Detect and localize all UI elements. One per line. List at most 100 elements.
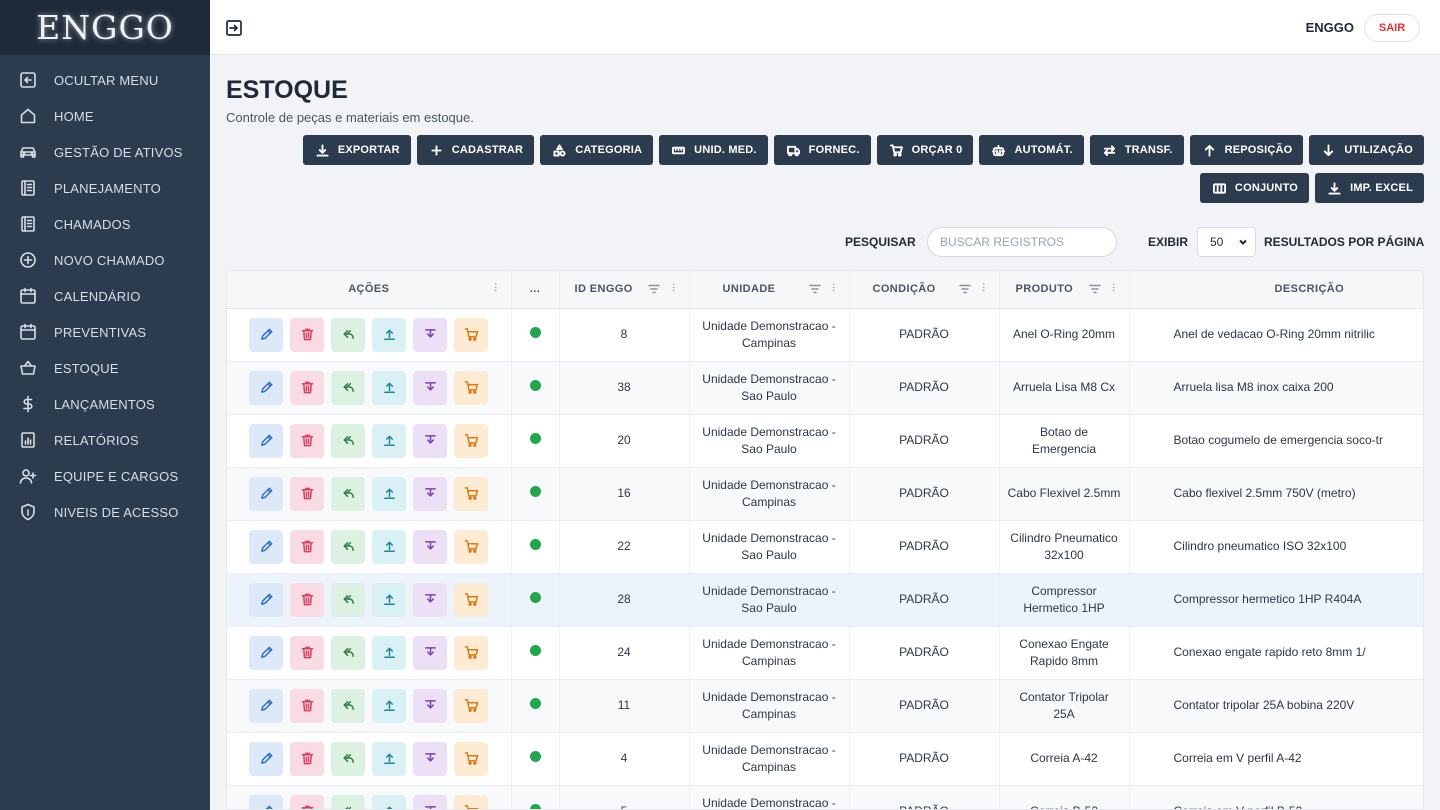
stock-in-button[interactable] (372, 370, 407, 405)
table-row[interactable]: 11 Unidade Demonstracao - Campinas PADRÃO C… (227, 679, 1423, 733)
delete-button[interactable] (290, 582, 325, 617)
sidebar-item-gestao-de-ativos[interactable]: GESTÃO DE ATIVOS (0, 134, 210, 170)
return-button[interactable] (331, 317, 366, 352)
table-row[interactable]: 38 Unidade Demonstracao - Sao Paulo PADRÃO… (227, 361, 1423, 415)
transfer-button[interactable]: TRANSF. (1089, 135, 1184, 165)
column-header-status[interactable]: ... (511, 271, 560, 309)
return-button[interactable] (331, 476, 366, 511)
edit-button[interactable] (249, 688, 284, 723)
edit-button[interactable] (249, 476, 284, 511)
logo[interactable]: ENGGO (0, 0, 210, 55)
stock-out-button[interactable] (413, 582, 448, 617)
usage-button[interactable]: UTILIZAÇÃO (1309, 135, 1424, 165)
replenish-button[interactable]: REPOSIÇÃO (1189, 135, 1304, 165)
column-header-condition[interactable]: CONDIÇÃO ⋮ (849, 271, 1000, 309)
return-button[interactable] (331, 370, 366, 405)
quote-item-button[interactable] (454, 794, 489, 809)
table-row[interactable]: 24 Unidade Demonstracao - Campinas PADRÃO C… (227, 626, 1423, 680)
column-header-product[interactable]: PRODUTO ⋮ (999, 271, 1130, 309)
table-row[interactable]: 5Unidade Demonstracao - CampinasPADRÃOCo… (227, 785, 1423, 809)
stock-in-button[interactable] (372, 317, 407, 352)
sidebar-item-lancamentos[interactable]: LANÇAMENTOS (0, 386, 210, 422)
column-menu-icon[interactable]: ⋮ (829, 283, 838, 292)
stock-in-button[interactable] (372, 741, 407, 776)
column-menu-icon[interactable]: ⋮ (979, 283, 988, 292)
return-button[interactable] (331, 582, 366, 617)
stock-out-button[interactable] (413, 635, 448, 670)
return-button[interactable] (331, 635, 366, 670)
stock-in-button[interactable] (372, 635, 407, 670)
return-button[interactable] (331, 794, 366, 809)
column-header-actions[interactable]: AÇÕES ⋮ (227, 271, 512, 309)
sidebar-item-planejamento[interactable]: PLANEJAMENTO (0, 170, 210, 206)
return-button[interactable] (331, 688, 366, 723)
quote-item-button[interactable] (454, 635, 489, 670)
stock-in-button[interactable] (372, 794, 407, 809)
register-button[interactable]: CADASTRAR (416, 135, 535, 165)
edit-button[interactable] (249, 794, 284, 809)
stock-in-button[interactable] (372, 476, 407, 511)
column-header-unit[interactable]: UNIDADE ⋮ (689, 271, 850, 309)
sidebar-item-estoque[interactable]: ESTOQUE (0, 350, 210, 386)
sidebar-item-home[interactable]: HOME (0, 98, 210, 134)
quote-button[interactable]: ORÇAR 0 (876, 135, 974, 165)
stock-in-button[interactable] (372, 582, 407, 617)
quote-item-button[interactable] (454, 423, 489, 458)
edit-button[interactable] (249, 635, 284, 670)
edit-button[interactable] (249, 423, 284, 458)
automatic-button[interactable]: AUTOMÁT. (979, 135, 1084, 165)
stock-out-button[interactable] (413, 370, 448, 405)
quote-item-button[interactable] (454, 582, 489, 617)
delete-button[interactable] (290, 476, 325, 511)
column-menu-icon[interactable]: ⋮ (491, 283, 500, 292)
stock-out-button[interactable] (413, 688, 448, 723)
sidebar-item-ocultar-menu[interactable]: OCULTAR MENU (0, 62, 210, 98)
column-header-id[interactable]: ID ENGGO ⋮ (559, 271, 690, 309)
edit-button[interactable] (249, 529, 284, 564)
stock-in-button[interactable] (372, 688, 407, 723)
delete-button[interactable] (290, 370, 325, 405)
stock-out-button[interactable] (413, 476, 448, 511)
edit-button[interactable] (249, 317, 284, 352)
stock-out-button[interactable] (413, 794, 448, 809)
quote-item-button[interactable] (454, 741, 489, 776)
sidebar-item-calendario[interactable]: CALENDÁRIO (0, 278, 210, 314)
return-button[interactable] (331, 741, 366, 776)
stock-in-button[interactable] (372, 423, 407, 458)
supplier-button[interactable]: FORNEC. (773, 135, 871, 165)
sidebar-item-preventivas[interactable]: PREVENTIVAS (0, 314, 210, 350)
table-row[interactable]: 22 Unidade Demonstracao - Sao Paulo PADRÃO… (227, 520, 1423, 574)
return-button[interactable] (331, 423, 366, 458)
search-input[interactable] (927, 227, 1117, 257)
expand-menu-icon[interactable] (225, 19, 243, 37)
delete-button[interactable] (290, 794, 325, 809)
filter-icon[interactable] (647, 284, 660, 294)
return-button[interactable] (331, 529, 366, 564)
stock-out-button[interactable] (413, 317, 448, 352)
delete-button[interactable] (290, 688, 325, 723)
quote-item-button[interactable] (454, 529, 489, 564)
sidebar-item-chamados[interactable]: CHAMADOS (0, 206, 210, 242)
table-row[interactable]: 28 Unidade Demonstracao - Sao Paulo PADRÃO… (227, 573, 1423, 627)
sidebar-item-equipe-e-cargos[interactable]: EQUIPE E CARGOS (0, 458, 210, 494)
table-row[interactable]: 4 Unidade Demonstracao - Campinas PADRÃO Co… (227, 732, 1423, 786)
stock-out-button[interactable] (413, 741, 448, 776)
logout-button[interactable]: SAIR (1364, 14, 1420, 42)
delete-button[interactable] (290, 635, 325, 670)
edit-button[interactable] (249, 741, 284, 776)
sidebar-item-novo-chamado[interactable]: NOVO CHAMADO (0, 242, 210, 278)
import-excel-button[interactable]: IMP. EXCEL (1315, 173, 1424, 203)
edit-button[interactable] (249, 582, 284, 617)
quote-item-button[interactable] (454, 317, 489, 352)
quote-item-button[interactable] (454, 370, 489, 405)
delete-button[interactable] (290, 529, 325, 564)
delete-button[interactable] (290, 741, 325, 776)
category-button[interactable]: CATEGORIA (540, 135, 654, 165)
unit-measure-button[interactable]: UNID. MED. (659, 135, 768, 165)
delete-button[interactable] (290, 317, 325, 352)
filter-icon[interactable] (1088, 284, 1101, 294)
export-button[interactable]: EXPORTAR (302, 135, 411, 165)
quote-item-button[interactable] (454, 476, 489, 511)
column-menu-icon[interactable]: ⋮ (1109, 283, 1118, 292)
column-header-description[interactable]: DESCRIÇÃO (1129, 271, 1423, 309)
